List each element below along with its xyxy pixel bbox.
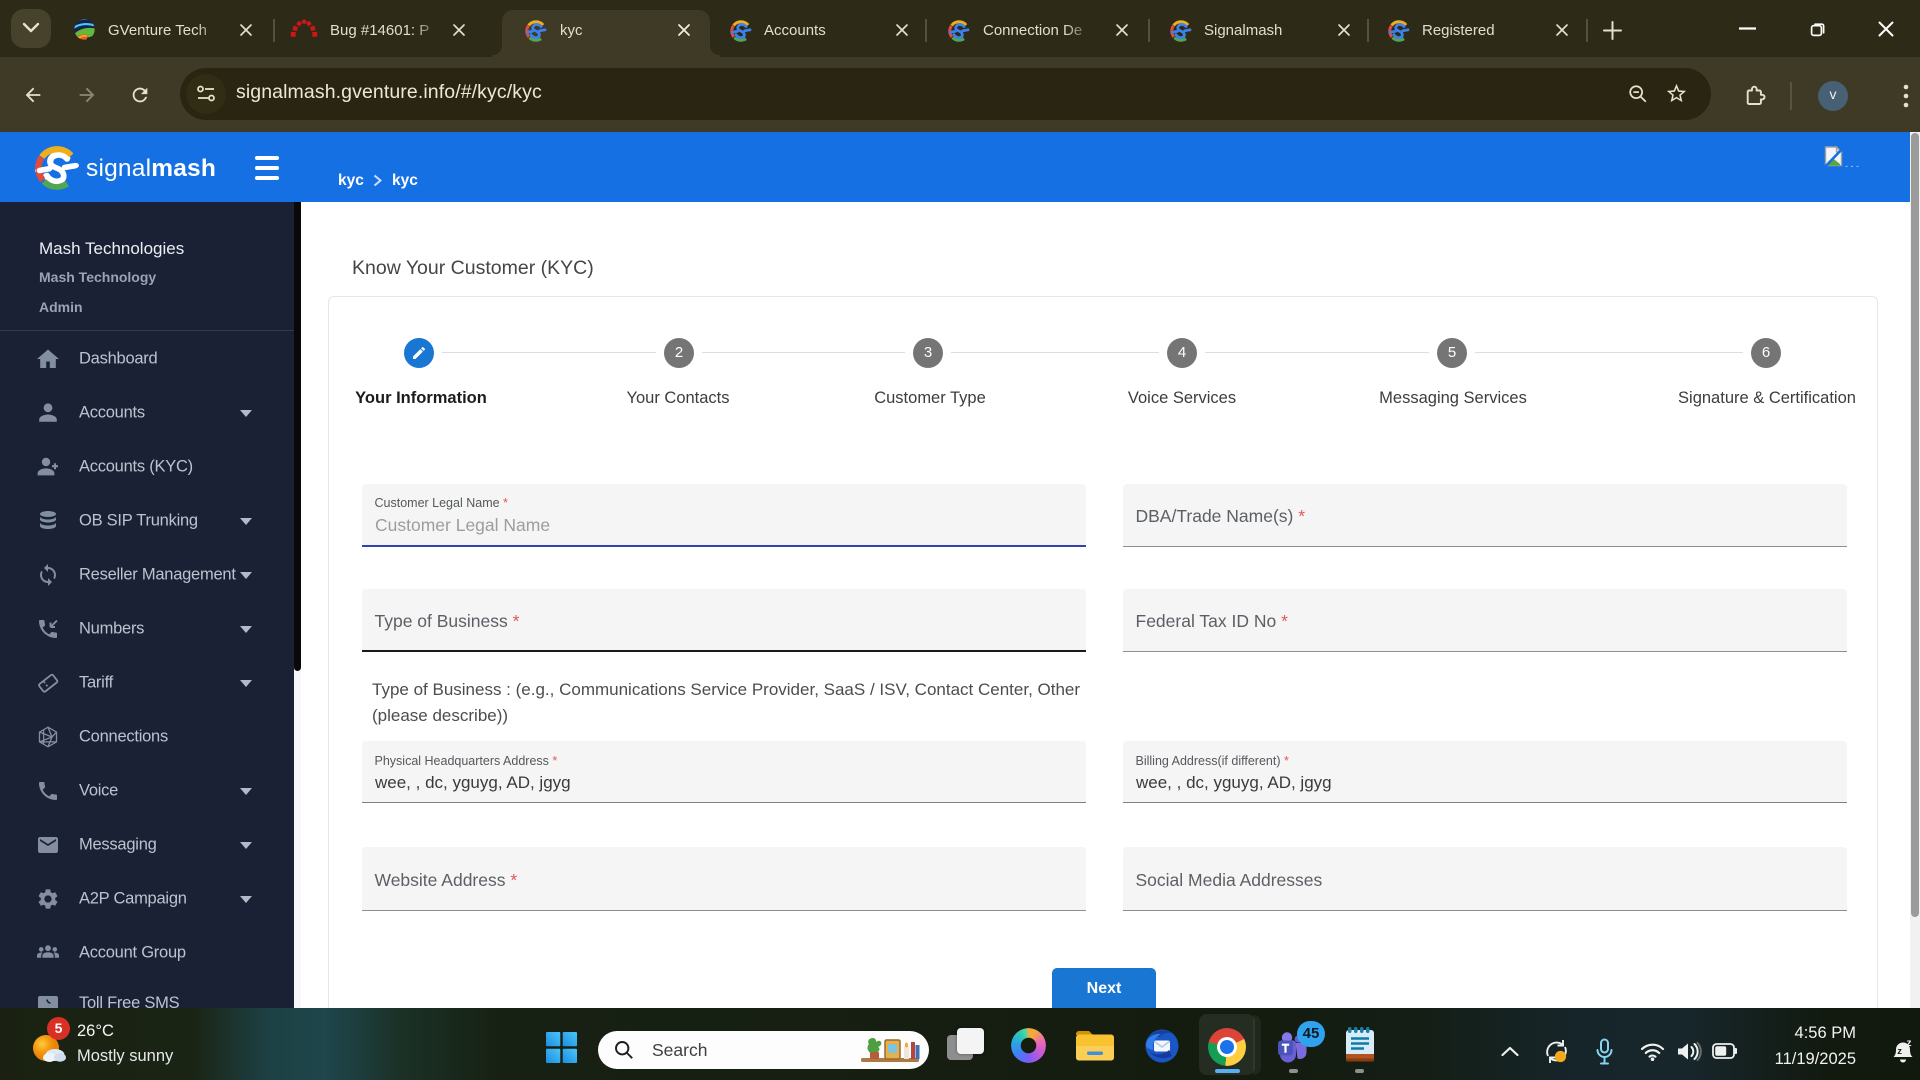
svg-text:z: z	[1907, 1038, 1912, 1049]
svg-text:z: z	[1897, 1046, 1902, 1057]
